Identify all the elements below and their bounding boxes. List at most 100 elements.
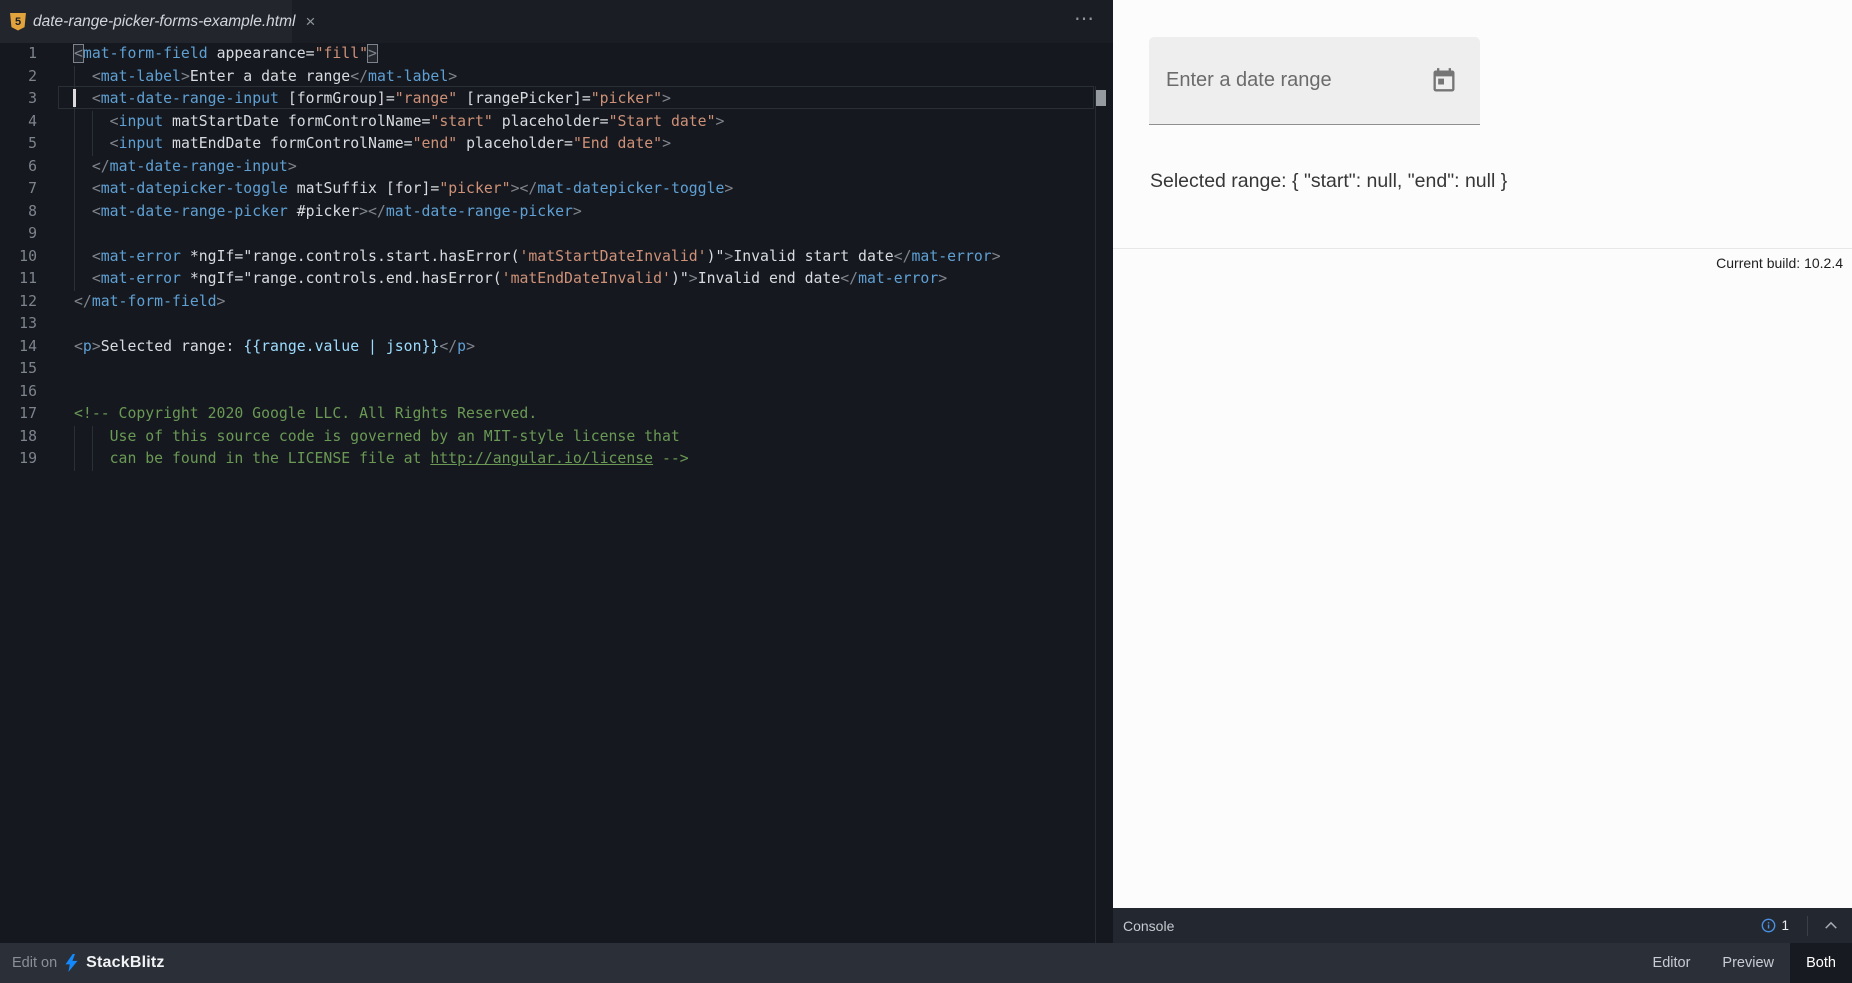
code-token — [279, 113, 288, 130]
editor-more-actions-icon[interactable]: ⋯ — [1074, 6, 1095, 31]
line-number: 1 — [0, 43, 37, 66]
code-token: > — [938, 270, 947, 287]
code-token: > — [662, 90, 671, 107]
code-token: > — [662, 135, 671, 152]
code-line[interactable]: 6 </mat-date-range-input> — [0, 156, 1113, 179]
code-token: </ — [840, 270, 858, 287]
tab-editor[interactable]: Editor — [1637, 943, 1707, 983]
code-token — [74, 248, 92, 265]
code-line[interactable]: 4 <input matStartDate formControlName="s… — [0, 111, 1113, 134]
code-line[interactable]: 13 — [0, 313, 1113, 336]
code-token: > — [448, 68, 457, 85]
file-tab[interactable]: 5 date-range-picker-forms-example.html × — [0, 0, 292, 43]
code-token — [74, 270, 92, 287]
code-line[interactable]: 11 <mat-error *ngIf="range.controls.end.… — [0, 268, 1113, 291]
code-token — [163, 113, 172, 130]
code-line[interactable]: 14<p>Selected range: {{range.value | jso… — [0, 336, 1113, 359]
code-token: Invalid start date — [733, 248, 893, 265]
code-token: Selected range: — [101, 338, 244, 355]
code-token: mat-error — [858, 270, 938, 287]
code-line[interactable]: 9 — [0, 223, 1113, 246]
console-bar[interactable]: Console 1 — [1113, 908, 1852, 943]
code-token: > — [573, 203, 582, 220]
line-number: 11 — [0, 268, 37, 291]
indent-guide — [92, 426, 93, 449]
line-number: 5 — [0, 133, 37, 156]
code-token: {{range.value | json}} — [243, 338, 439, 355]
code-token: < — [74, 338, 83, 355]
code-token: input — [119, 135, 164, 152]
code-token: > — [992, 248, 1001, 265]
line-number: 8 — [0, 201, 37, 224]
indent-guide — [74, 111, 75, 134]
info-circle-icon — [1761, 918, 1776, 933]
matched-bracket: > — [368, 45, 377, 62]
code-token: 'matStartDateInvalid' — [519, 248, 706, 265]
code-token — [163, 135, 172, 152]
code-token: input — [119, 113, 164, 130]
code-token: > — [724, 180, 733, 197]
code-line[interactable]: 2 <mat-label>Enter a date range</mat-lab… — [0, 66, 1113, 89]
file-tab-title: date-range-picker-forms-example.html — [33, 13, 295, 31]
console-title[interactable]: Console — [1123, 918, 1761, 934]
line-number: 13 — [0, 313, 37, 336]
console-expand-button[interactable] — [1822, 917, 1840, 935]
preview-divider — [1113, 248, 1852, 249]
close-tab-icon[interactable]: × — [305, 13, 315, 30]
indent-guide — [92, 111, 93, 134]
code-token — [377, 180, 386, 197]
date-range-form-field[interactable]: Enter a date range — [1149, 37, 1480, 125]
code-token: --> — [653, 450, 689, 467]
code-token: *ngIf= — [190, 248, 243, 265]
code-token: "end" — [413, 135, 458, 152]
line-number: 9 — [0, 223, 37, 246]
code-token: "End date" — [573, 135, 662, 152]
code-line[interactable]: 10 <mat-error *ngIf="range.controls.star… — [0, 246, 1113, 269]
code-line[interactable]: 1<mat-form-field appearance="fill"> — [0, 43, 1113, 66]
code-line[interactable]: 3 <mat-date-range-input [formGroup]="ran… — [0, 88, 1113, 111]
code-token: )" — [707, 248, 725, 265]
indent-guide — [74, 223, 75, 246]
code-token: matSuffix — [297, 180, 377, 197]
chevron-up-icon — [1824, 921, 1838, 930]
code-token — [74, 158, 92, 175]
line-number: 7 — [0, 178, 37, 201]
code-line[interactable]: 17<!-- Copyright 2020 Google LLC. All Ri… — [0, 403, 1113, 426]
code-token: Enter a date range — [190, 68, 350, 85]
matched-bracket: < — [74, 45, 83, 62]
code-token: appearance= — [217, 45, 315, 62]
code-token: p — [83, 338, 92, 355]
code-token: mat-label — [368, 68, 448, 85]
code-token: < — [92, 248, 101, 265]
code-line[interactable]: 8 <mat-date-range-picker #picker></mat-d… — [0, 201, 1113, 224]
code-token: </ — [439, 338, 457, 355]
code-token: "Start date" — [609, 113, 716, 130]
code-line[interactable]: 12</mat-form-field> — [0, 291, 1113, 314]
console-info-badge[interactable]: 1 — [1761, 918, 1789, 933]
tab-preview[interactable]: Preview — [1706, 943, 1790, 983]
datepicker-toggle-icon[interactable] — [1430, 67, 1458, 95]
code-token: [for]= — [386, 180, 439, 197]
editor-tabbar: 5 date-range-picker-forms-example.html ×… — [0, 0, 1113, 43]
code-token: > — [181, 68, 190, 85]
code-line[interactable]: 5 <input matEndDate formControlName="end… — [0, 133, 1113, 156]
code-line[interactable]: 16 — [0, 381, 1113, 404]
code-token: </ — [74, 293, 92, 310]
code-editor[interactable]: 1<mat-form-field appearance="fill">2 <ma… — [0, 43, 1113, 943]
code-line[interactable]: 15 — [0, 358, 1113, 381]
code-token: mat-date-range-picker — [101, 203, 288, 220]
code-token: mat-date-range-picker — [386, 203, 573, 220]
code-line[interactable]: 18 Use of this source code is governed b… — [0, 426, 1113, 449]
code-token: 'matEndDateInvalid' — [502, 270, 671, 287]
code-line[interactable]: 19 can be found in the LICENSE file at h… — [0, 448, 1113, 471]
code-line[interactable]: 7 <mat-datepicker-toggle matSuffix [for]… — [0, 178, 1113, 201]
editor-scrollbar-thumb[interactable] — [1096, 90, 1106, 106]
editor-pane: 5 date-range-picker-forms-example.html ×… — [0, 0, 1113, 943]
indent-guide — [92, 133, 93, 156]
code-token: "picker" — [439, 180, 510, 197]
code-token: mat-error — [912, 248, 992, 265]
line-number: 10 — [0, 246, 37, 269]
edit-on-stackblitz-link[interactable]: Edit on StackBlitz — [0, 954, 165, 972]
code-token — [288, 203, 297, 220]
tab-both[interactable]: Both — [1790, 943, 1852, 983]
